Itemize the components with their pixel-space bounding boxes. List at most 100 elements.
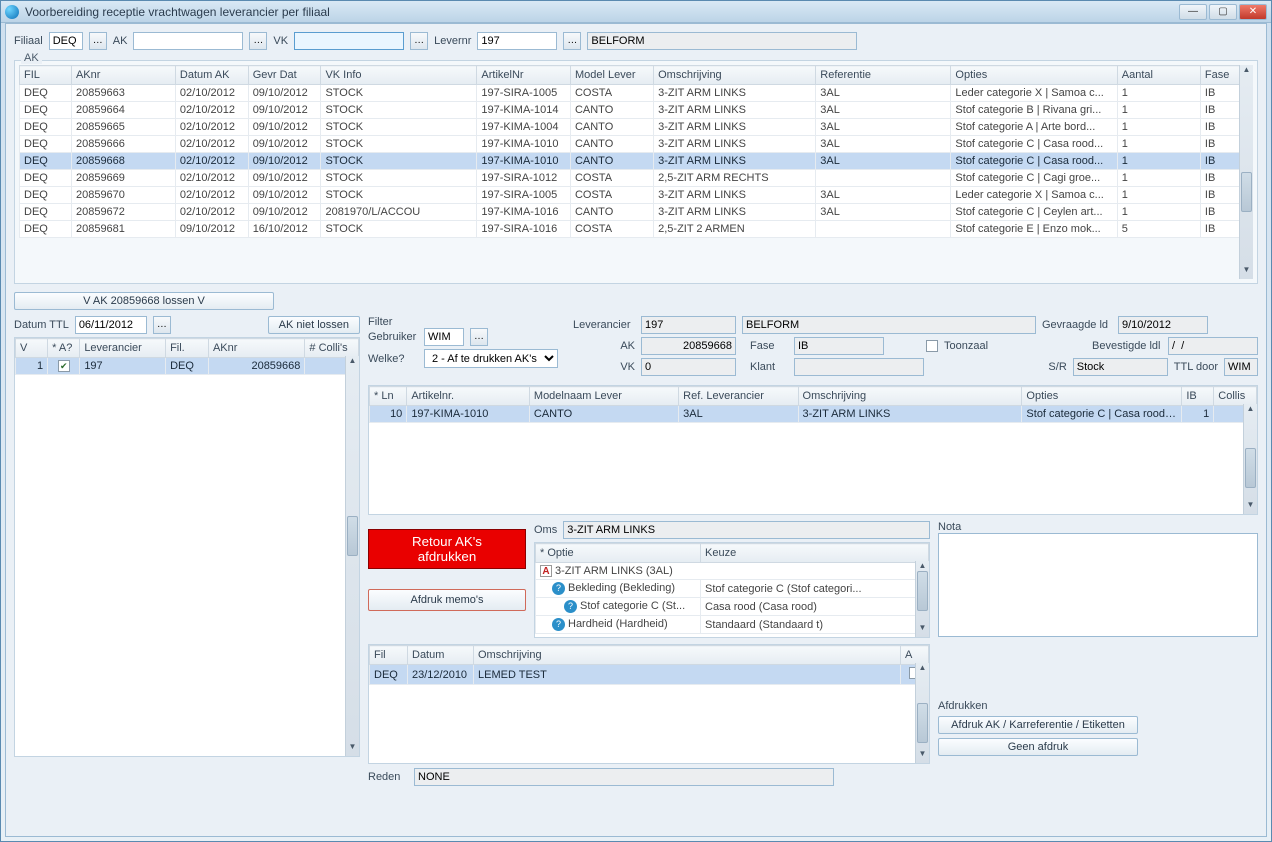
table-row[interactable]: DEQ2085967002/10/201209/10/2012STOCK197-… xyxy=(20,187,1253,204)
detail-gevr xyxy=(1118,316,1208,334)
toonzaal-label: Toonzaal xyxy=(944,340,988,352)
opt-root-row[interactable]: A3-ZIT ARM LINKS (3AL) xyxy=(536,563,929,580)
ak-picker[interactable]: … xyxy=(249,32,267,50)
options-panel: * Optie Keuze A3-ZIT ARM LINKS (3AL) ?Be… xyxy=(534,542,930,638)
detail-fase-label: Fase xyxy=(750,340,788,352)
levernr-picker[interactable]: … xyxy=(563,32,581,50)
col-model-lever[interactable]: Model Lever xyxy=(570,66,653,85)
print-memos-button[interactable]: Afdruk memo's xyxy=(368,589,526,611)
detail-ttldoor xyxy=(1224,358,1258,376)
lines-scrollbar[interactable]: ▲▼ xyxy=(1243,404,1257,514)
titlebar: Voorbereiding receptie vrachtwagen lever… xyxy=(1,1,1271,23)
col-vk-info[interactable]: VK Info xyxy=(321,66,477,85)
filiaal-label: Filiaal xyxy=(14,35,43,47)
detail-klant xyxy=(794,358,924,376)
options-scrollbar[interactable]: ▲▼ xyxy=(915,561,929,637)
minimize-button[interactable]: — xyxy=(1179,4,1207,20)
opt-row[interactable]: ?Bekleding (Bekleding) Stof categorie C … xyxy=(536,580,929,598)
datum-ttl-label: Datum TTL xyxy=(14,319,69,331)
col-fil[interactable]: FIL xyxy=(20,66,72,85)
detail-vk xyxy=(641,358,736,376)
opt-row[interactable]: ?Hardheid (Hardheid) Standaard (Standaar… xyxy=(536,616,929,634)
detail-lev-nr xyxy=(641,316,736,334)
detail-lev-name xyxy=(742,316,1036,334)
table-row[interactable]: DEQ2085966402/10/201209/10/2012STOCK197-… xyxy=(20,102,1253,119)
table-row[interactable]: DEQ2085967202/10/201209/10/20122081970/L… xyxy=(20,204,1253,221)
col-artikelnr[interactable]: ArtikelNr xyxy=(477,66,571,85)
nota-label: Nota xyxy=(938,521,1258,533)
gebruiker-picker[interactable]: … xyxy=(470,328,488,346)
table-row[interactable]: DEQ2085966602/10/201209/10/2012STOCK197-… xyxy=(20,136,1253,153)
oms-input xyxy=(563,521,930,539)
reden-label: Reden xyxy=(368,771,408,783)
datum-ttl-picker[interactable]: … xyxy=(153,316,171,334)
top-filters: Filiaal … AK … VK … Levernr … xyxy=(14,32,1258,50)
lines-table-panel: * LnArtikelnr.Modelnaam LeverRef. Levera… xyxy=(368,385,1258,515)
left-subtable[interactable]: V* A?LeverancierFil.AKnr# Colli's 1 197 … xyxy=(14,337,360,757)
filter-label: Filter xyxy=(368,316,563,328)
col-aknr[interactable]: AKnr xyxy=(71,66,175,85)
filiaal-picker[interactable]: … xyxy=(89,32,107,50)
ak-input[interactable] xyxy=(133,32,243,50)
table-row[interactable]: DEQ2085966902/10/201209/10/2012STOCK197-… xyxy=(20,170,1253,187)
detail-ak-label: AK xyxy=(573,340,635,352)
help-icon: ? xyxy=(552,582,565,595)
reden-input xyxy=(414,768,834,786)
col-opties[interactable]: Opties xyxy=(951,66,1117,85)
ak-grid-group: AK FILAKnrDatum AKGevr DatVK InfoArtikel… xyxy=(14,60,1258,284)
col-gevr-dat[interactable]: Gevr Dat xyxy=(248,66,321,85)
print-ak-button[interactable]: Afdruk AK / Karreferentie / Etiketten xyxy=(938,716,1138,734)
col-referentie[interactable]: Referentie xyxy=(816,66,951,85)
options-table[interactable]: * Optie Keuze A3-ZIT ARM LINKS (3AL) ?Be… xyxy=(535,543,929,634)
detail-fase xyxy=(794,337,884,355)
gebruiker-input[interactable] xyxy=(424,328,464,346)
detail-ttldoor-label: TTL door xyxy=(1174,361,1218,373)
maximize-button[interactable]: ▢ xyxy=(1209,4,1237,20)
col-omschrijving[interactable]: Omschrijving xyxy=(654,66,816,85)
detail-bevest xyxy=(1168,337,1258,355)
filiaal-input[interactable] xyxy=(49,32,83,50)
retour-print-button[interactable]: Retour AK's afdrukken xyxy=(368,529,526,569)
detail-gevr-label: Gevraagde ld xyxy=(1042,319,1112,331)
detail-bevest-label: Bevestigde ldl xyxy=(1092,340,1162,352)
row-checkbox[interactable] xyxy=(58,360,70,372)
opt-col-optie: * Optie xyxy=(536,544,701,563)
ak-table-scrollbar[interactable]: ▲ ▼ xyxy=(1239,65,1253,279)
detail-klant-label: Klant xyxy=(750,361,788,373)
memos-scrollbar[interactable]: ▲▼ xyxy=(915,663,929,763)
vk-label: VK xyxy=(273,35,288,47)
no-print-button[interactable]: Geen afdruk xyxy=(938,738,1138,756)
detail-ak xyxy=(641,337,736,355)
memos-table[interactable]: Fil Datum Omschrijving A DEQ 23/12/2010 … xyxy=(369,645,929,685)
table-row[interactable]: DEQ2085966802/10/201209/10/2012STOCK197-… xyxy=(20,153,1253,170)
close-button[interactable]: ✕ xyxy=(1239,4,1267,20)
ak-niet-lossen-button[interactable]: AK niet lossen xyxy=(268,316,360,334)
detail-vk-label: VK xyxy=(573,361,635,373)
article-icon: A xyxy=(540,565,552,577)
col-datum-ak[interactable]: Datum AK xyxy=(175,66,248,85)
left-row[interactable]: 1 197 DEQ 20859668 1 xyxy=(16,358,359,375)
table-row[interactable]: DEQ2085968109/10/201216/10/2012STOCK197-… xyxy=(20,221,1253,238)
lines-table[interactable]: * LnArtikelnr.Modelnaam LeverRef. Levera… xyxy=(369,386,1257,423)
opt-row[interactable]: ?Stof categorie C (St... Casa rood (Casa… xyxy=(536,598,929,616)
left-scrollbar[interactable]: ▲▼ xyxy=(345,356,359,756)
levernr-label: Levernr xyxy=(434,35,471,47)
ak-label: AK xyxy=(113,35,128,47)
lines-row[interactable]: 10 197-KIMA-1010 CANTO 3AL 3-ZIT ARM LIN… xyxy=(370,406,1257,423)
col-aantal[interactable]: Aantal xyxy=(1117,66,1200,85)
datum-ttl-input[interactable] xyxy=(75,316,147,334)
memo-row[interactable]: DEQ 23/12/2010 LEMED TEST xyxy=(370,665,929,685)
levernr-input[interactable] xyxy=(477,32,557,50)
vk-input[interactable] xyxy=(294,32,404,50)
lossen-button[interactable]: V AK 20859668 lossen V xyxy=(14,292,274,310)
welke-select[interactable]: 2 - Af te drukken AK's xyxy=(424,349,558,368)
vk-picker[interactable]: … xyxy=(410,32,428,50)
table-row[interactable]: DEQ2085966302/10/201209/10/2012STOCK197-… xyxy=(20,85,1253,102)
table-row[interactable]: DEQ2085966502/10/201209/10/2012STOCK197-… xyxy=(20,119,1253,136)
detail-sr xyxy=(1073,358,1168,376)
nota-textarea[interactable] xyxy=(938,533,1258,637)
toonzaal-checkbox[interactable] xyxy=(926,340,938,352)
window-title: Voorbereiding receptie vrachtwagen lever… xyxy=(25,5,1179,19)
ak-table[interactable]: FILAKnrDatum AKGevr DatVK InfoArtikelNrM… xyxy=(19,65,1253,238)
help-icon: ? xyxy=(552,618,565,631)
